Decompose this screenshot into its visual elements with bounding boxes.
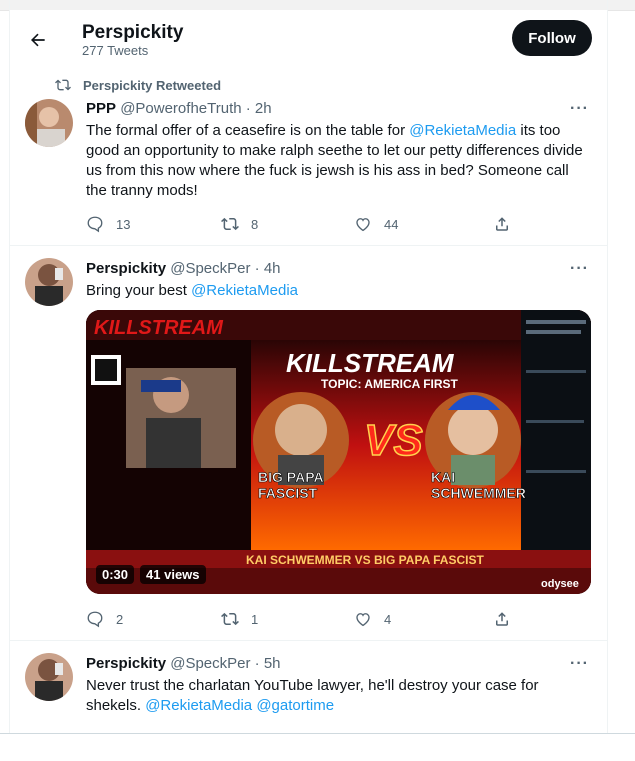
mention-link[interactable]: @gatortime (256, 697, 334, 714)
topic-text: TOPIC: AMERICA FIRST (321, 377, 459, 391)
retweet-label: Perspickity Retweeted (83, 77, 222, 93)
tweet-count: 277 Tweets (82, 43, 149, 58)
mention-link[interactable]: @RekietaMedia (145, 697, 252, 714)
avatar-image (25, 653, 73, 701)
share-button[interactable] (493, 610, 511, 628)
share-icon (496, 217, 508, 231)
reply-icon (87, 216, 103, 233)
tweet-3[interactable]: Perspickity @SpeckPer · 5h ··· Never tru… (10, 640, 607, 733)
versus-text: VS (364, 416, 423, 465)
tweet-time[interactable]: · 2h (246, 100, 272, 117)
reply-count: 13 (116, 216, 131, 232)
profile-timeline: Perspickity 277 Tweets Follow Perspickit… (9, 0, 608, 733)
left-caption: BIG PAPA (258, 469, 324, 485)
video-views: 41 views (140, 565, 206, 584)
retweet-icon (55, 79, 71, 91)
author-name[interactable]: PPP (86, 100, 116, 117)
retweet-context: Perspickity Retweeted (55, 77, 221, 93)
tweet-header: Perspickity @SpeckPer · 5h (86, 655, 281, 672)
video-player[interactable]: KILLSTREAM KILLSTREAM TOPIC: AMERICA FIR… (86, 310, 591, 594)
profile-header: Perspickity 277 Tweets Follow (10, 10, 607, 70)
left-caption: FASCIST (258, 485, 318, 501)
right-caption: KAI (431, 469, 455, 485)
text-segment: The formal offer of a ceasefire is on th… (86, 122, 410, 139)
arrow-left-icon (31, 33, 45, 47)
author-handle[interactable]: @SpeckPer (170, 655, 250, 672)
avatar[interactable] (25, 653, 73, 701)
more-options-icon[interactable]: ··· (570, 260, 589, 278)
video-info: 0:30 41 views (96, 565, 206, 584)
retweet-count: 1 (251, 611, 259, 627)
tweet-time[interactable]: · 4h (255, 260, 281, 277)
follow-button[interactable]: Follow (512, 20, 592, 56)
tweet-1[interactable]: Perspickity Retweeted PPP @PowerofheTrut… (10, 70, 607, 246)
tweet-text: Bring your best @RekietaMedia (86, 281, 591, 301)
like-count: 4 (384, 611, 392, 627)
text-segment: Bring your best (86, 282, 192, 299)
heart-icon (356, 613, 370, 627)
retweet-button[interactable]: 8 (221, 215, 258, 233)
avatar-image (25, 99, 73, 147)
avatar[interactable] (25, 258, 73, 306)
brand-logo-text: KILLSTREAM (94, 317, 224, 339)
heart-icon (356, 218, 370, 232)
more-options-icon[interactable]: ··· (570, 100, 589, 118)
tweet-text: The formal offer of a ceasefire is on th… (86, 121, 591, 201)
browser-bottom-strip (0, 733, 635, 761)
like-button[interactable]: 44 (354, 215, 398, 233)
mention-link[interactable]: @RekietaMedia (409, 122, 516, 139)
retweet-icon (221, 612, 239, 626)
author-name[interactable]: Perspickity (86, 260, 166, 277)
banner-text: KAI SCHWEMMER VS BIG PAPA FASCIST (246, 553, 484, 567)
reply-button[interactable]: 13 (86, 215, 130, 233)
retweet-icon (221, 217, 239, 231)
tweet-header: PPP @PowerofheTruth · 2h (86, 100, 272, 117)
like-button[interactable]: 4 (354, 610, 391, 628)
author-name[interactable]: Perspickity (86, 655, 166, 672)
avatar-image (25, 258, 73, 306)
video-duration: 0:30 (96, 565, 135, 584)
tweet-actions: 13 8 44 (86, 215, 526, 235)
like-count: 44 (384, 216, 399, 232)
mention-link[interactable]: @RekietaMedia (191, 282, 298, 299)
retweet-count: 8 (251, 216, 259, 232)
reply-button[interactable]: 2 (86, 610, 123, 628)
tweet-2[interactable]: Perspickity @SpeckPer · 4h ··· Bring you… (10, 245, 607, 641)
more-options-icon[interactable]: ··· (570, 655, 589, 673)
author-handle[interactable]: @PowerofheTruth (120, 100, 241, 117)
brand-logo-text: KILLSTREAM (286, 348, 455, 378)
profile-name-title: Perspickity (82, 22, 184, 43)
video-thumbnail: KILLSTREAM KILLSTREAM TOPIC: AMERICA FIR… (86, 310, 591, 594)
watermark-text: odysee (541, 578, 579, 590)
author-handle[interactable]: @SpeckPer (170, 260, 250, 277)
reply-icon (87, 611, 103, 628)
tweet-actions: 2 1 4 (86, 610, 526, 630)
share-icon (496, 612, 508, 626)
right-caption: SCHWEMMER (431, 485, 526, 501)
tweet-text: Never trust the charlatan YouTube lawyer… (86, 676, 591, 716)
reply-count: 2 (116, 611, 124, 627)
share-button[interactable] (493, 215, 511, 233)
back-button[interactable] (23, 25, 53, 55)
avatar[interactable] (25, 99, 73, 147)
tweet-time[interactable]: · 5h (255, 655, 281, 672)
tweet-header: Perspickity @SpeckPer · 4h (86, 260, 281, 277)
retweet-button[interactable]: 1 (221, 610, 258, 628)
